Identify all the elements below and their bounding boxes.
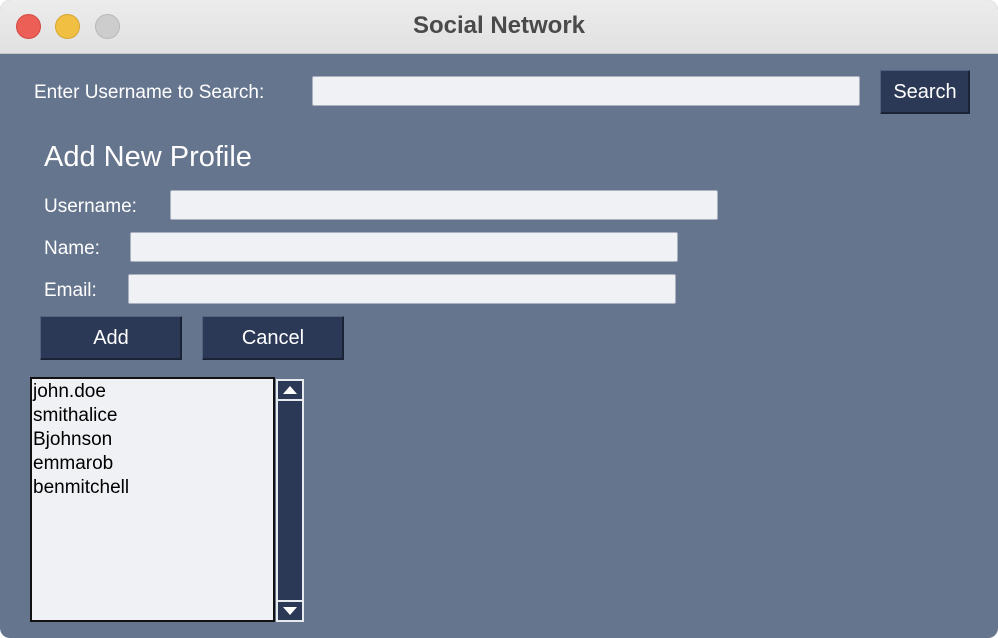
listbox-scrollbar[interactable] [276,379,304,622]
app-window: Social Network Enter Username to Search:… [0,0,998,638]
search-label: Enter Username to Search: [34,82,265,103]
window-title: Social Network [412,12,586,39]
add-button[interactable]: Add [40,316,182,360]
profile-listbox[interactable]: john.doe smithalice Bjohnson emmarob ben… [30,377,275,622]
username-field[interactable] [170,190,718,220]
list-item[interactable]: john.doe [33,380,273,404]
email-field[interactable] [128,274,676,304]
email-label: Email: [44,280,97,301]
add-profile-heading: Add New Profile [44,141,252,173]
scroll-up-button[interactable] [278,381,302,401]
arrow-up-icon [283,386,297,394]
list-item[interactable]: smithalice [33,404,273,428]
arrow-down-icon [283,607,297,615]
cancel-button[interactable]: Cancel [202,316,344,360]
list-item[interactable]: emmarob [33,452,273,476]
list-item[interactable]: benmitchell [33,476,273,500]
list-item[interactable]: Bjohnson [33,428,273,452]
title-bar: Social Network [0,0,998,54]
search-input[interactable] [312,76,860,106]
search-button[interactable]: Search [880,70,970,114]
scroll-down-button[interactable] [278,600,302,620]
name-field[interactable] [130,232,678,262]
name-label: Name: [44,238,100,259]
username-label: Username: [44,196,137,217]
